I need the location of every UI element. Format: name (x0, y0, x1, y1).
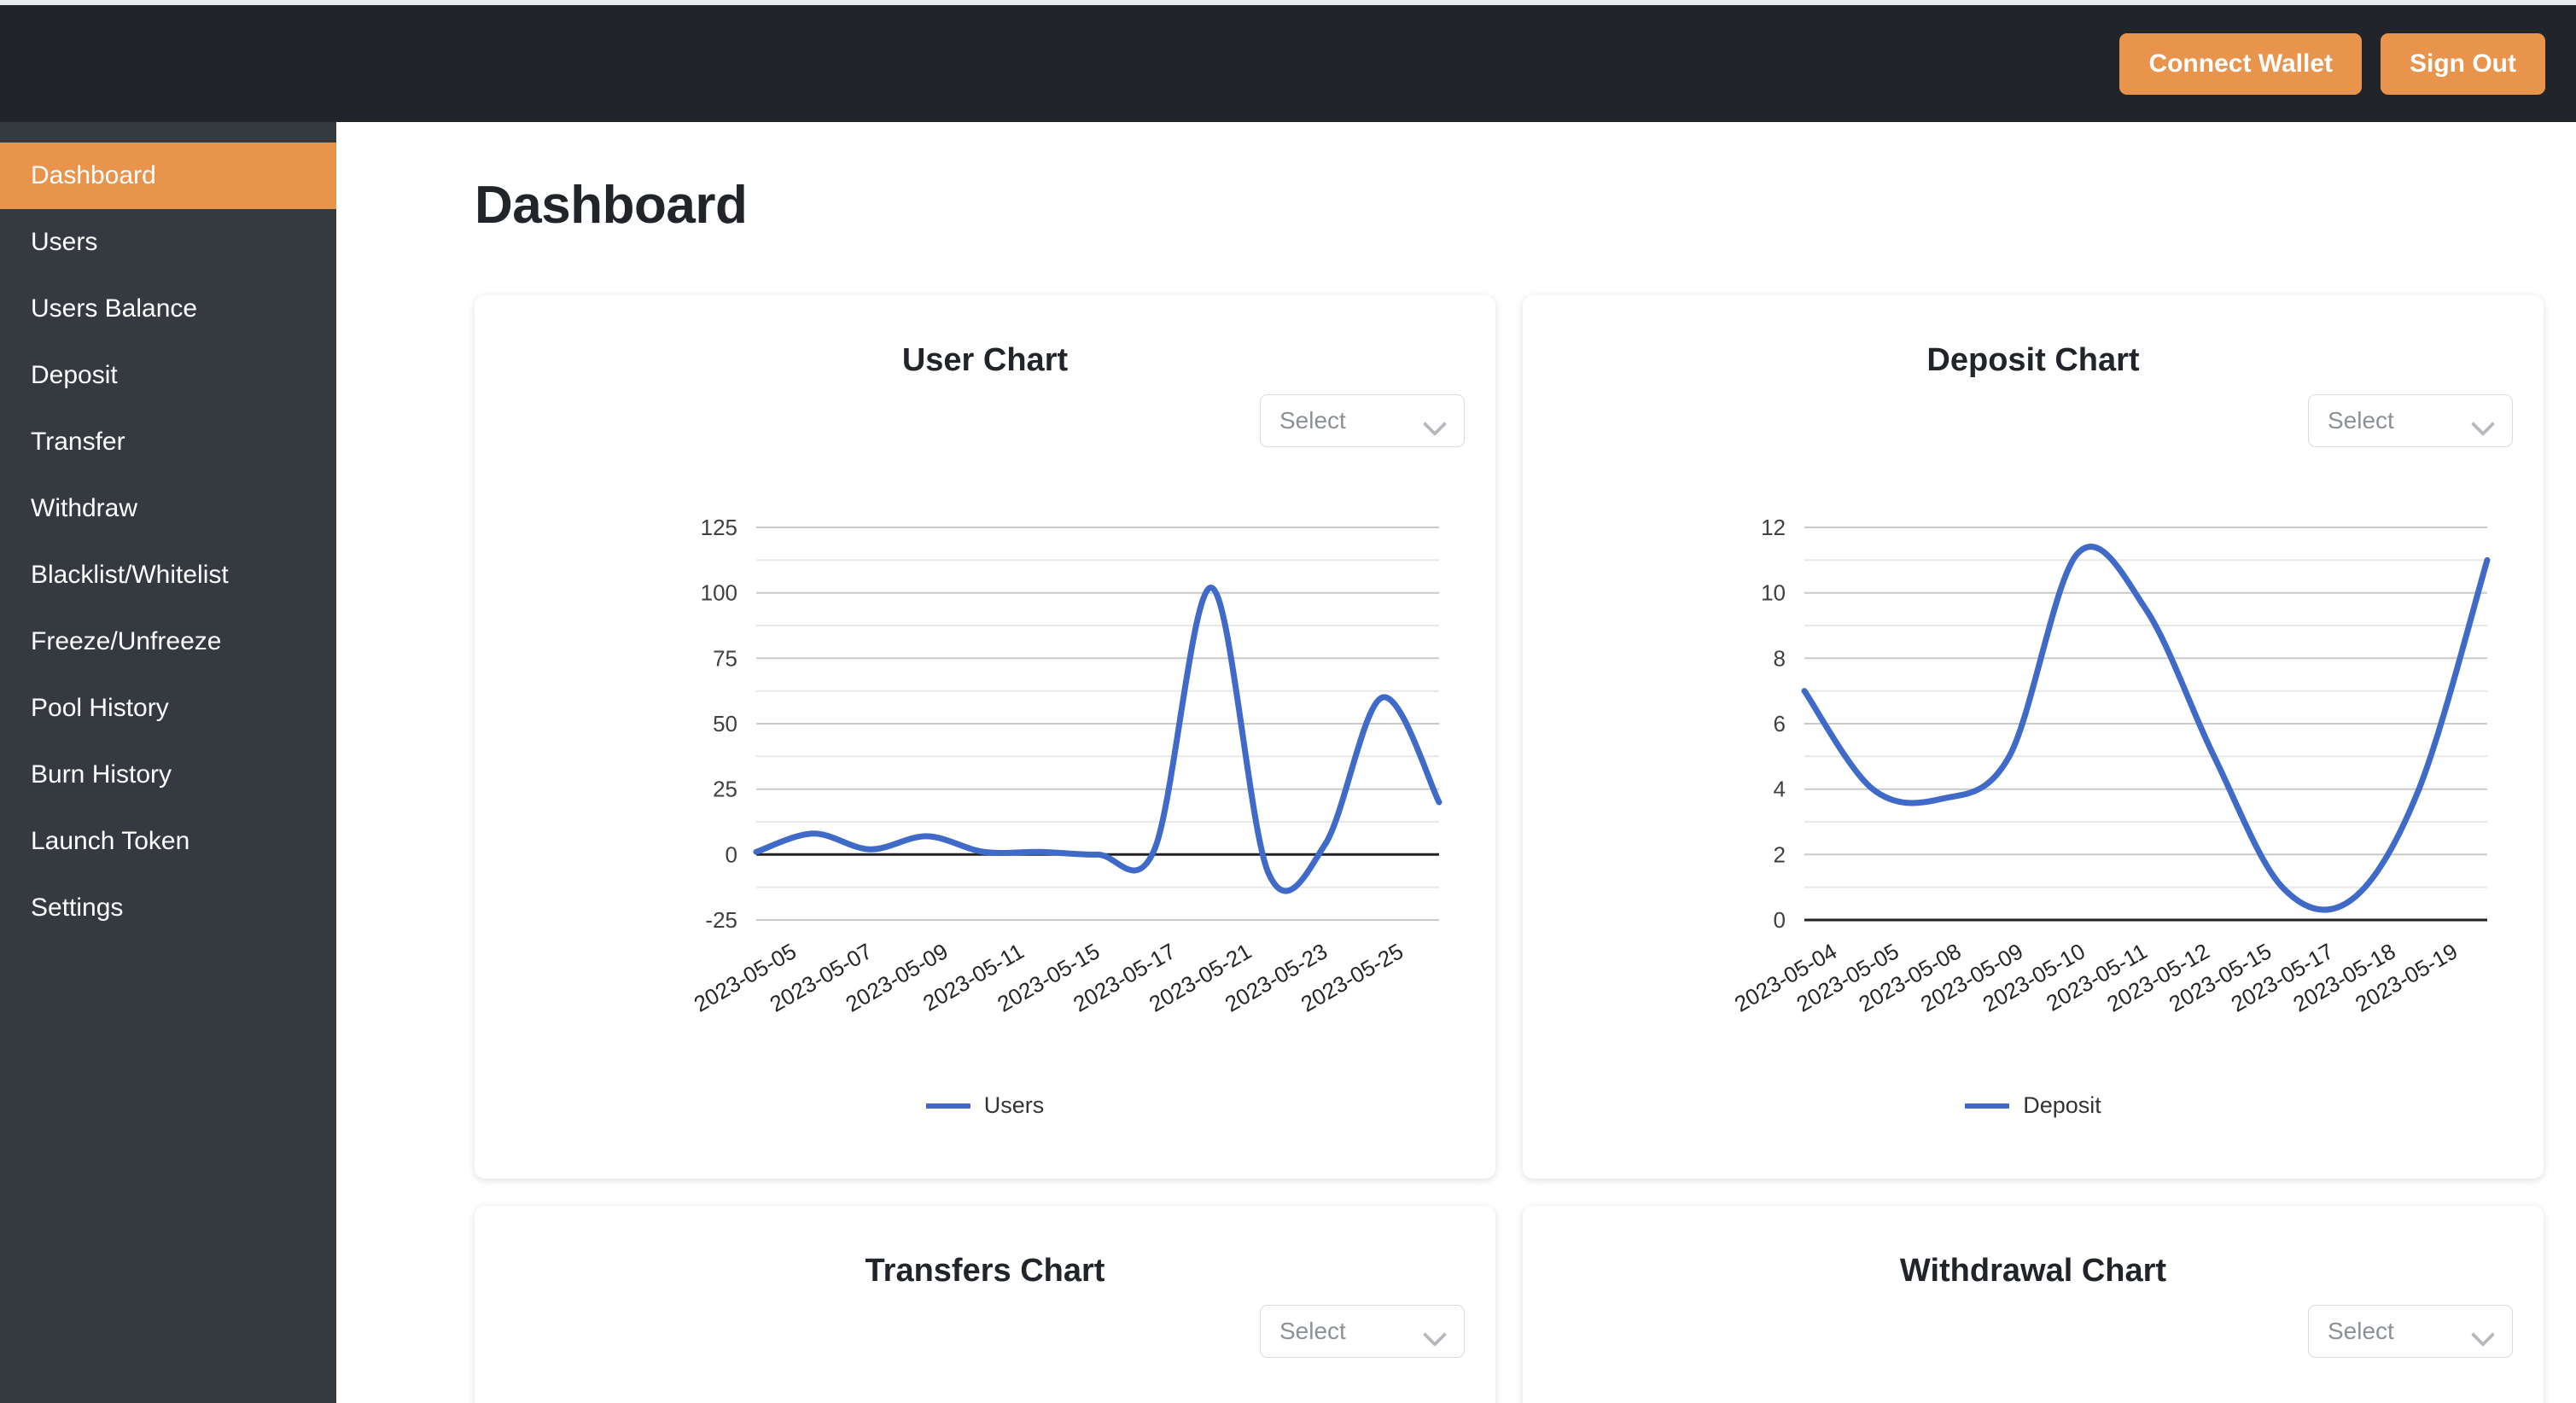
svg-text:25: 25 (713, 777, 737, 802)
legend-deposit-chart: Deposit (1523, 1092, 2544, 1119)
connect-wallet-button[interactable]: Connect Wallet (2119, 33, 2362, 95)
legend-swatch-icon (1965, 1103, 2009, 1109)
svg-text:12: 12 (1761, 515, 1786, 540)
sidebar-nav: DashboardUsersUsers BalanceDepositTransf… (0, 122, 336, 1403)
card-title-user-chart: User Chart (475, 295, 1495, 379)
sidebar-item-users-balance[interactable]: Users Balance (0, 276, 336, 342)
top-header: Connect Wallet Sign Out (0, 5, 2576, 122)
svg-text:-25: -25 (705, 907, 737, 933)
svg-text:2: 2 (1774, 841, 1786, 867)
card-title-transfers-chart: Transfers Chart (475, 1206, 1495, 1289)
sidebar-item-withdraw[interactable]: Withdraw (0, 475, 336, 542)
sidebar-item-users[interactable]: Users (0, 209, 336, 276)
card-user-chart: User ChartSelect-2502550751001252023-05-… (475, 295, 1495, 1179)
select-row-transfers-chart: Select (475, 1289, 1495, 1358)
charts-grid: User ChartSelect-2502550751001252023-05-… (475, 295, 2523, 1403)
card-withdrawal-chart: Withdrawal Chart Select (1523, 1206, 2544, 1403)
select-value-user-chart: Select (1279, 409, 1346, 433)
svg-text:75: 75 (713, 645, 737, 671)
sidebar-item-launch-token[interactable]: Launch Token (0, 808, 336, 875)
chart-user-chart: -2502550751001252023-05-052023-05-072023… (475, 493, 1495, 1091)
select-value-withdrawal-chart: Select (2328, 1319, 2394, 1343)
card-transfers-chart: Transfers Chart Select (475, 1206, 1495, 1403)
sidebar-item-blacklist-whitelist[interactable]: Blacklist/Whitelist (0, 542, 336, 608)
svg-text:50: 50 (713, 711, 737, 736)
select-deposit-chart[interactable]: Select (2308, 394, 2513, 447)
select-row-user-chart: Select (475, 379, 1495, 447)
svg-text:4: 4 (1774, 777, 1786, 802)
svg-text:0: 0 (1774, 907, 1786, 933)
card-title-deposit-chart: Deposit Chart (1523, 295, 2544, 379)
legend-swatch-icon (926, 1103, 970, 1109)
chevron-down-icon (2473, 1325, 2495, 1338)
sidebar-item-freeze-unfreeze[interactable]: Freeze/Unfreeze (0, 608, 336, 675)
sidebar-item-pool-history[interactable]: Pool History (0, 675, 336, 742)
svg-text:8: 8 (1774, 645, 1786, 671)
card-deposit-chart: Deposit ChartSelect0246810122023-05-0420… (1523, 295, 2544, 1179)
svg-text:125: 125 (701, 515, 737, 540)
select-row-withdrawal-chart: Select (1523, 1289, 2544, 1358)
select-user-chart[interactable]: Select (1260, 394, 1465, 447)
select-withdrawal-chart[interactable]: Select (2308, 1305, 2513, 1358)
legend-label-deposit-chart: Deposit (2023, 1092, 2101, 1119)
svg-text:100: 100 (701, 580, 737, 606)
legend-label-user-chart: Users (984, 1092, 1045, 1119)
sidebar-item-dashboard[interactable]: Dashboard (0, 143, 336, 209)
select-value-transfers-chart: Select (1279, 1319, 1346, 1343)
chevron-down-icon (1425, 415, 1447, 428)
dashboard-page: Connect Wallet Sign Out DashboardUsersUs… (0, 0, 2576, 1403)
card-title-withdrawal-chart: Withdrawal Chart (1523, 1206, 2544, 1289)
chart-deposit-chart: 0246810122023-05-042023-05-052023-05-082… (1523, 493, 2544, 1091)
svg-text:6: 6 (1774, 711, 1786, 736)
select-transfers-chart[interactable]: Select (1260, 1305, 1465, 1358)
select-value-deposit-chart: Select (2328, 409, 2394, 433)
svg-text:0: 0 (726, 841, 737, 867)
sidebar-item-transfer[interactable]: Transfer (0, 409, 336, 475)
main-content: Dashboard User ChartSelect-2502550751001… (336, 122, 2576, 1403)
select-row-deposit-chart: Select (1523, 379, 2544, 447)
svg-text:10: 10 (1761, 580, 1786, 606)
legend-user-chart: Users (475, 1092, 1495, 1119)
page-title: Dashboard (475, 175, 2523, 236)
chevron-down-icon (2473, 415, 2495, 428)
sign-out-button[interactable]: Sign Out (2381, 33, 2545, 95)
sidebar-item-burn-history[interactable]: Burn History (0, 742, 336, 808)
chevron-down-icon (1425, 1325, 1447, 1338)
sidebar-item-settings[interactable]: Settings (0, 875, 336, 941)
sidebar-item-deposit[interactable]: Deposit (0, 342, 336, 409)
